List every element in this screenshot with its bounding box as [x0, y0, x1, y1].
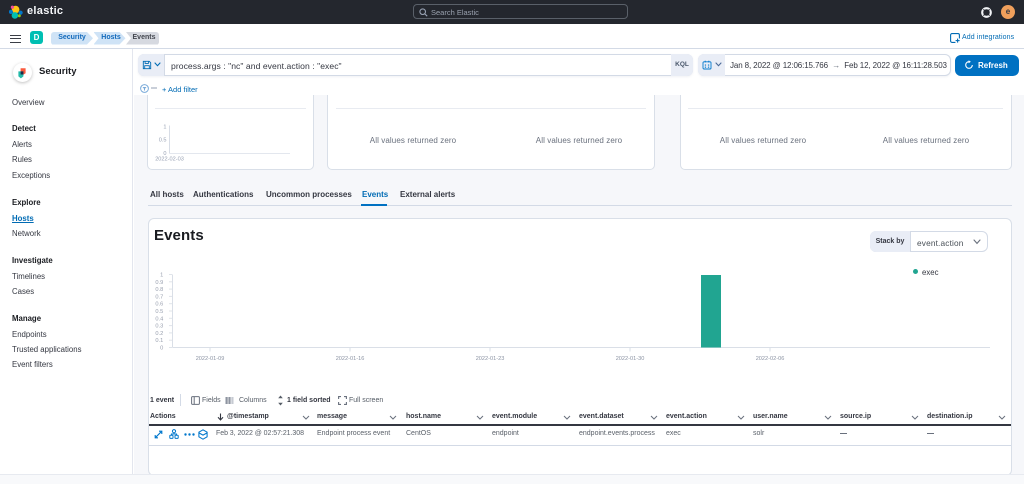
svg-text:2022-02-06: 2022-02-06 — [756, 356, 785, 362]
svg-text:0.9: 0.9 — [155, 280, 163, 286]
svg-text:0.6: 0.6 — [155, 302, 163, 308]
svg-text:0.8: 0.8 — [155, 287, 163, 293]
svg-text:2022-02-03: 2022-02-03 — [155, 157, 184, 163]
svg-text:0.5: 0.5 — [155, 309, 163, 315]
svg-text:0.5: 0.5 — [159, 138, 167, 144]
svg-text:0.7: 0.7 — [155, 294, 163, 300]
svg-text:1: 1 — [160, 273, 163, 279]
svg-text:0.4: 0.4 — [155, 316, 163, 322]
svg-text:2022-01-09: 2022-01-09 — [196, 356, 225, 362]
svg-text:2022-01-30: 2022-01-30 — [616, 356, 645, 362]
svg-text:0.2: 0.2 — [155, 331, 163, 337]
svg-text:0: 0 — [160, 346, 163, 352]
svg-text:1: 1 — [163, 125, 166, 131]
svg-text:2022-01-16: 2022-01-16 — [336, 356, 365, 362]
svg-text:0.1: 0.1 — [155, 338, 163, 344]
svg-text:0.3: 0.3 — [155, 324, 163, 330]
svg-text:2022-01-23: 2022-01-23 — [476, 356, 505, 362]
